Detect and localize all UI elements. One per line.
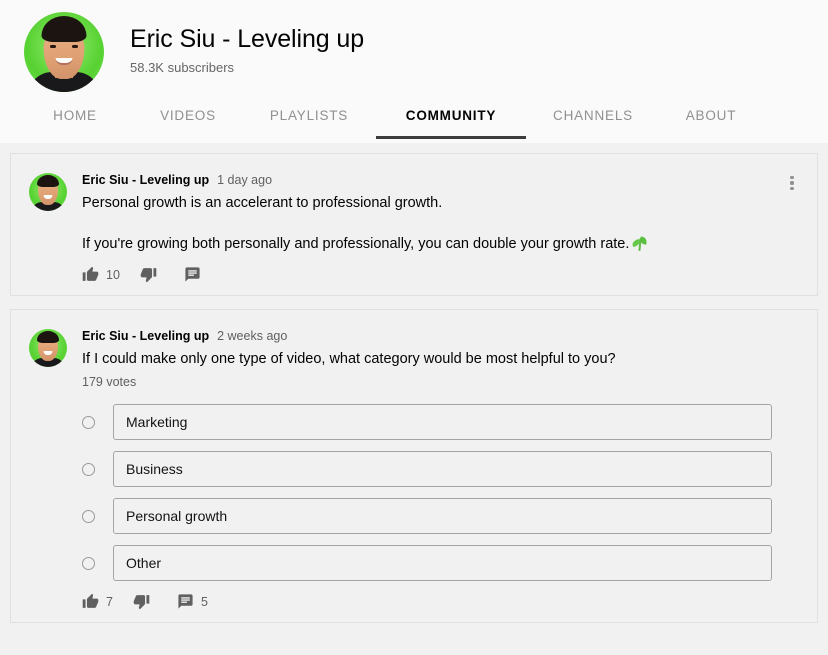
thumbs-up-icon [82, 593, 99, 608]
poll-votes-count: 179 votes [82, 375, 137, 389]
post-timestamp: 2 weeks ago [217, 329, 288, 343]
community-feed: Eric Siu - Leveling up 1 day ago Persona… [0, 143, 828, 623]
radio-icon[interactable] [82, 415, 95, 429]
avatar-eye-left [50, 45, 56, 48]
tab-community[interactable]: COMMUNITY [372, 92, 530, 139]
post-byline: Eric Siu - Leveling up 1 day ago [82, 172, 801, 188]
avatar-eye-right [72, 45, 78, 48]
radio-icon[interactable] [82, 556, 95, 570]
comment-count: 5 [200, 594, 208, 609]
radio-icon[interactable] [82, 462, 95, 476]
poll-option-personal-growth[interactable]: Personal growth [82, 498, 801, 534]
seedling-icon [631, 235, 648, 252]
community-post-poll: Eric Siu - Leveling up 2 weeks ago If I … [10, 309, 818, 623]
post-paragraph-2-text: If you're growing both personally and pr… [82, 236, 630, 252]
post-actions: 7 5 [82, 593, 801, 610]
avatar-hair [37, 175, 59, 187]
post-actions: 10 [82, 266, 801, 283]
poll-option-business[interactable]: Business [82, 451, 801, 487]
comment-button[interactable]: 5 [177, 593, 208, 610]
channel-header: Eric Siu - Leveling up 58.3K subscribers… [0, 0, 828, 143]
like-button[interactable]: 7 [82, 593, 113, 610]
post-author-name[interactable]: Eric Siu - Leveling up [82, 328, 209, 344]
tab-channels[interactable]: CHANNELS [530, 92, 656, 139]
channel-avatar[interactable] [24, 12, 104, 92]
like-button[interactable]: 10 [82, 266, 120, 283]
radio-icon[interactable] [82, 509, 95, 523]
tab-about[interactable]: ABOUT [656, 92, 766, 139]
channel-meta: Eric Siu - Leveling up 58.3K subscribers [130, 24, 364, 80]
channel-identity: Eric Siu - Leveling up 58.3K subscribers [0, 0, 828, 92]
poll-option-label: Business [113, 451, 772, 487]
thumbs-down-icon [133, 595, 150, 610]
post-author-avatar[interactable] [29, 329, 67, 367]
tab-home[interactable]: HOME [20, 92, 130, 139]
post-timestamp: 1 day ago [217, 173, 273, 187]
subscriber-count: 58.3K subscribers [130, 60, 235, 75]
poll-options: Marketing Business Personal growth Other [82, 404, 801, 581]
poll-option-other[interactable]: Other [82, 545, 801, 581]
like-count: 7 [106, 594, 113, 609]
dislike-button[interactable] [140, 266, 164, 283]
poll-question: If I could make only one type of video, … [82, 351, 616, 367]
poll-option-label: Marketing [113, 404, 772, 440]
tab-videos[interactable]: VIDEOS [130, 92, 246, 139]
like-count: 10 [106, 267, 120, 282]
post-author-avatar[interactable] [29, 173, 67, 211]
dislike-button[interactable] [133, 593, 157, 610]
channel-title: Eric Siu - Leveling up [130, 25, 365, 53]
comment-icon [178, 594, 193, 609]
post-paragraph-2: If you're growing both personally and pr… [82, 234, 801, 254]
poll-option-label: Personal growth [113, 498, 772, 534]
poll-option-label: Other [113, 545, 772, 581]
community-post-text: Eric Siu - Leveling up 1 day ago Persona… [10, 153, 818, 296]
channel-tabs: HOME VIDEOS PLAYLISTS COMMUNITY CHANNELS… [0, 92, 828, 139]
avatar-hair [37, 331, 59, 343]
post-text: Personal growth is an accelerant to prof… [82, 193, 801, 254]
comment-icon [185, 267, 200, 282]
post-author-name[interactable]: Eric Siu - Leveling up [82, 172, 209, 188]
tab-playlists[interactable]: PLAYLISTS [246, 92, 372, 139]
poll-option-marketing[interactable]: Marketing [82, 404, 801, 440]
thumbs-down-icon [140, 268, 157, 283]
post-byline: Eric Siu - Leveling up 2 weeks ago [82, 328, 801, 344]
avatar-hair [41, 16, 87, 42]
thumbs-up-icon [82, 266, 99, 281]
more-vertical-icon[interactable] [781, 172, 803, 194]
comment-button[interactable] [184, 266, 208, 283]
post-paragraph-1: Personal growth is an accelerant to prof… [82, 195, 443, 211]
